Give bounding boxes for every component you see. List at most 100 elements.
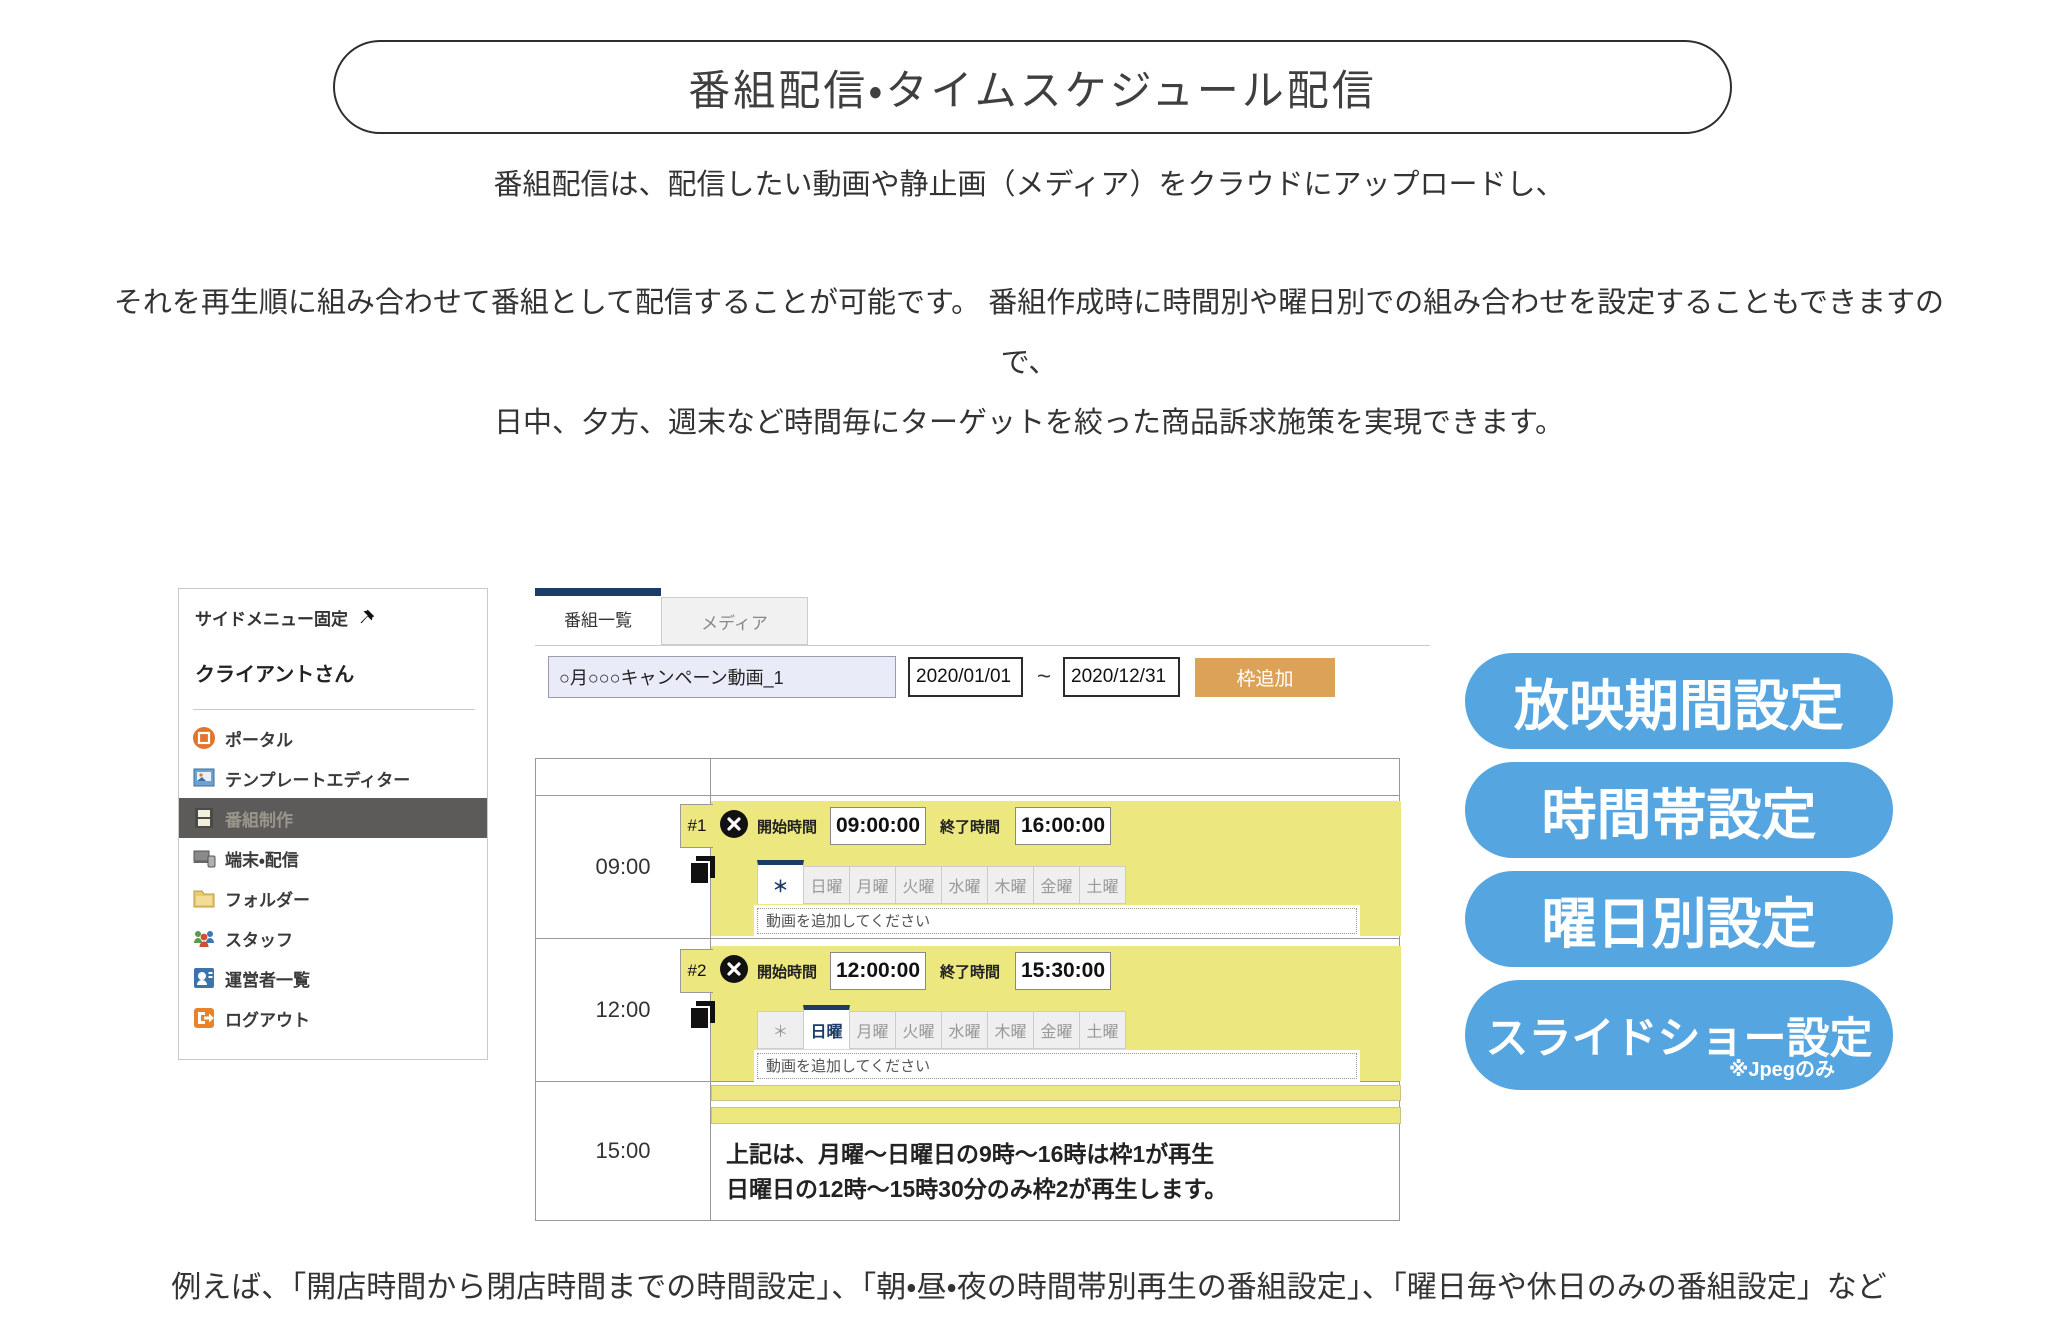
schedule-table: 09:00 12:00 15:00 #1 開始時間: [535, 758, 1400, 1221]
sidebar-pin-row[interactable]: サイドメニュー固定: [179, 589, 487, 630]
schedule-frame-1: #1 開始時間 終了時間 ＊ 日曜 月曜 火曜: [711, 801, 1401, 936]
time-header-cell: [536, 759, 711, 795]
day-tab-wed[interactable]: 水曜: [941, 1011, 988, 1049]
day-tab-sat[interactable]: 土曜: [1079, 866, 1126, 904]
pill-note: ※Jpegのみ: [1729, 1053, 1835, 1082]
logout-icon: [192, 1006, 216, 1030]
client-name: クライアントさん: [179, 630, 487, 687]
portal-icon: [192, 726, 216, 750]
day-tab-sat[interactable]: 土曜: [1079, 1011, 1126, 1049]
sidebar-item-portal[interactable]: ポータル: [179, 718, 487, 758]
tab-label: メディア: [701, 609, 768, 634]
footer-examples-text: 例えば、「開店時間から閉店時間までの時間設定」、「朝・昼・夜の時間帯別再生の番組…: [0, 1262, 2058, 1306]
feature-pill-broadcast-period: 放映期間設定: [1465, 653, 1893, 749]
day-tab-tue[interactable]: 火曜: [895, 866, 942, 904]
add-media-field[interactable]: [757, 1053, 1357, 1079]
folder-icon: [192, 886, 216, 910]
template-editor-icon: [192, 766, 216, 790]
intro-line: 番組配信は、配信したい動画や静止画（メディア）をクラウドにアップロードし、: [0, 155, 2058, 215]
tab-media[interactable]: メディア: [661, 597, 808, 645]
day-tab-mon[interactable]: 月曜: [849, 1011, 896, 1049]
pill-label: 時間帯設定: [1541, 770, 1816, 850]
end-time-label: 終了時間: [940, 961, 1000, 982]
day-tab-wed[interactable]: 水曜: [941, 866, 988, 904]
program-production-icon: [192, 806, 216, 830]
main-panel: 番組一覧 メディア ~ 枠追加 09:00 12:00: [535, 588, 1430, 1165]
day-tab-fri[interactable]: 金曜: [1033, 866, 1080, 904]
sidebar-item-label: 番組制作: [225, 806, 293, 831]
sidebar-item-label: ポータル: [225, 726, 293, 751]
device-delivery-icon: [192, 846, 216, 870]
start-time-label: 開始時間: [757, 961, 817, 982]
time-label: 15:00: [536, 1082, 711, 1220]
copy-frame-icon[interactable]: [687, 854, 717, 886]
frame-number-tag: #1: [680, 804, 713, 848]
day-tabs: ＊ 日曜 月曜 火曜 水曜 木曜 金曜 土曜: [757, 858, 1125, 904]
end-time-input[interactable]: [1015, 952, 1111, 990]
sidebar-item-label: テンプレートエディター: [225, 766, 410, 791]
start-time-input[interactable]: [830, 807, 926, 845]
end-date-input[interactable]: [1063, 657, 1180, 697]
frame-1-tail-strip: [711, 1085, 1401, 1101]
sidebar-item-label: フォルダー: [225, 886, 310, 911]
staff-icon: [192, 926, 216, 950]
start-date-input[interactable]: [908, 657, 1023, 697]
end-time-input[interactable]: [1015, 807, 1111, 845]
sidebar-item-template-editor[interactable]: テンプレートエディター: [179, 758, 487, 798]
start-time-label: 開始時間: [757, 816, 817, 837]
feature-pill-slideshow: スライドショー設定 ※Jpegのみ: [1465, 980, 1893, 1090]
tab-label: 番組一覧: [564, 606, 632, 631]
sidebar-item-label: 端末・配信: [225, 846, 299, 871]
sidebar-item-staff[interactable]: スタッフ: [179, 918, 487, 958]
delete-frame-icon[interactable]: [719, 954, 749, 984]
schedule-note-line: 上記は、月曜〜日曜日の9時〜16時は枠1が再生: [726, 1137, 1227, 1172]
add-frame-button[interactable]: 枠追加: [1195, 658, 1335, 697]
page-title: 番組配信・タイムスケジュール配信: [333, 40, 1732, 134]
sidebar-item-program-production[interactable]: 番組制作: [179, 798, 487, 838]
day-tab-sun[interactable]: 日曜: [803, 866, 850, 904]
copy-frame-icon[interactable]: [687, 999, 717, 1031]
page: 番組配信・タイムスケジュール配信 番組配信は、配信したい動画や静止画（メディア）…: [0, 0, 2058, 1342]
panel-content: ~ 枠追加 09:00 12:00 15:00 #1: [535, 645, 1430, 1166]
page-title-text: 番組配信・タイムスケジュール配信: [688, 57, 1377, 118]
start-time-input[interactable]: [830, 952, 926, 990]
sidebar-pin-label: サイドメニュー固定: [195, 605, 348, 630]
add-media-field[interactable]: [757, 908, 1357, 934]
date-range-separator: ~: [1027, 657, 1061, 697]
sidebar-item-label: 運営者一覧: [225, 966, 310, 991]
feature-pill-time-slot: 時間帯設定: [1465, 762, 1893, 858]
program-name-input[interactable]: [548, 656, 896, 698]
day-tab-mon[interactable]: 月曜: [849, 866, 896, 904]
frame-2-tail-strip: [711, 1107, 1401, 1124]
day-tab-sun[interactable]: 日曜: [803, 1005, 850, 1049]
schedule-header-row: [536, 759, 1399, 796]
sidebar-menu: ポータル テンプレートエディター 番組制作 端末・配信: [179, 716, 487, 1038]
pushpin-icon: [356, 608, 376, 628]
sidebar-item-logout[interactable]: ログアウト: [179, 998, 487, 1038]
sidebar-item-operator-list[interactable]: 運営者一覧: [179, 958, 487, 998]
operator-list-icon: [192, 966, 216, 990]
schedule-frame-2: #2 開始時間 終了時間 ＊ 日曜 月曜 火曜: [711, 946, 1401, 1081]
intro-line: で、: [0, 333, 2058, 393]
sidebar-divider: [193, 709, 475, 710]
day-tab-all[interactable]: ＊: [757, 1011, 804, 1049]
intro-line: それを再生順に組み合わせて番組として配信することが可能です。 番組作成時に時間別…: [0, 273, 2058, 333]
sidebar-item-device-delivery[interactable]: 端末・配信: [179, 838, 487, 878]
pill-label: 放映期間設定: [1514, 661, 1844, 741]
pill-label: 曜日別設定: [1541, 879, 1816, 959]
day-tabs: ＊ 日曜 月曜 火曜 水曜 木曜 金曜 土曜: [757, 1003, 1125, 1049]
day-tab-tue[interactable]: 火曜: [895, 1011, 942, 1049]
day-tab-thu[interactable]: 木曜: [987, 866, 1034, 904]
day-tab-thu[interactable]: 木曜: [987, 1011, 1034, 1049]
sidebar-item-label: ログアウト: [225, 1006, 310, 1031]
day-tab-all[interactable]: ＊: [757, 860, 804, 904]
schedule-note-line: 日曜日の12時〜15時30分のみ枠2が再生します。: [726, 1172, 1227, 1207]
feature-pill-day-of-week: 曜日別設定: [1465, 871, 1893, 967]
tab-program-list[interactable]: 番組一覧: [535, 588, 661, 641]
intro-line: 日中、夕方、週末など時間毎にターゲットを絞った商品訴求施策を実現できます。: [0, 393, 2058, 453]
delete-frame-icon[interactable]: [719, 809, 749, 839]
sidebar-item-folder[interactable]: フォルダー: [179, 878, 487, 918]
schedule-note: 上記は、月曜〜日曜日の9時〜16時は枠1が再生 日曜日の12時〜15時30分のみ…: [726, 1137, 1227, 1207]
day-tab-fri[interactable]: 金曜: [1033, 1011, 1080, 1049]
sidebar-item-label: スタッフ: [225, 926, 293, 951]
